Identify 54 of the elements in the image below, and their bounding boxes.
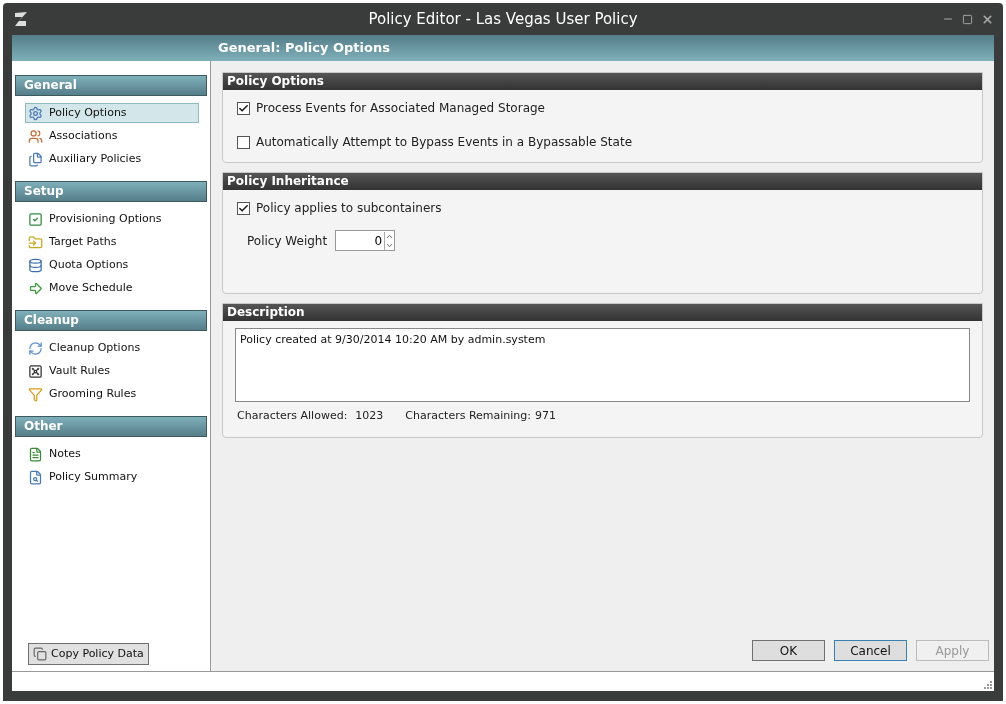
section-header: Cleanup — [15, 310, 207, 331]
documents-icon — [28, 151, 43, 167]
panel-title: Description — [223, 304, 982, 321]
weight-spinner[interactable]: 0 — [335, 230, 396, 251]
sidebar-item[interactable]: Notes — [25, 444, 199, 464]
people-icon — [28, 128, 43, 144]
checkbox[interactable] — [237, 101, 250, 115]
dialog-button[interactable]: Cancel — [834, 640, 907, 661]
section-header: Other — [15, 416, 207, 437]
panel-title: Policy Inheritance — [223, 173, 982, 190]
sidebar-item[interactable]: Move Schedule — [25, 278, 199, 298]
resize-grip-icon[interactable] — [984, 681, 992, 689]
filter-icon — [28, 386, 43, 402]
sidebar-item[interactable]: Provisioning Options — [25, 209, 199, 229]
characters-allowed-label: Characters Allowed: — [237, 408, 348, 424]
characters-remaining-label: Characters Remaining: — [405, 408, 531, 424]
sidebar-item[interactable]: Associations — [25, 126, 199, 146]
section-header: General — [15, 75, 207, 96]
window-title: Policy Editor - Las Vegas User Policy — [368, 8, 638, 30]
checkbox[interactable] — [237, 201, 250, 215]
arrow-icon — [28, 280, 43, 296]
header-title: General: Policy Options — [218, 39, 390, 58]
panel-title: Policy Options — [223, 73, 982, 90]
checkbox-label: Automatically Attempt to Bypass Events in a Bypassable State — [256, 134, 633, 151]
checkbox[interactable] — [237, 135, 250, 149]
document-icon — [28, 446, 43, 462]
sidebar-item[interactable]: Target Paths — [25, 232, 199, 252]
checkbox-label: Process Events for Associated Managed Storage — [256, 100, 545, 117]
maximize-icon[interactable] — [962, 13, 973, 25]
folder-icon — [28, 234, 43, 250]
copy-icon — [33, 647, 47, 661]
sidebar-item[interactable]: Policy Options — [25, 103, 199, 123]
sidebar-item[interactable]: Quota Options — [25, 255, 199, 275]
characters-remaining-value: 971 — [535, 408, 556, 424]
storage-icon — [28, 257, 43, 273]
sidebar-item[interactable]: Grooming Rules — [25, 384, 199, 404]
section-header: Setup — [15, 181, 207, 202]
dialog-button[interactable]: OK — [752, 640, 825, 661]
sidebar-item[interactable]: Vault Rules — [25, 361, 199, 381]
field-label: Policy Weight — [247, 232, 328, 250]
sidebar-item[interactable]: Cleanup Options — [25, 338, 199, 358]
description-field[interactable]: Policy created at 9/30/2014 10:20 AM by admin.system — [235, 328, 970, 402]
vault-icon — [28, 363, 43, 379]
search-document-icon — [28, 469, 43, 485]
copy-policy-data-button[interactable]: Copy Policy Data — [28, 643, 149, 665]
refresh-icon — [28, 340, 43, 356]
characters-allowed-value: 1023 — [355, 408, 385, 424]
sidebar-item[interactable]: Auxiliary Policies — [25, 149, 199, 169]
checkbox-icon — [28, 211, 43, 227]
gear-icon — [28, 105, 43, 121]
close-icon[interactable] — [981, 12, 994, 26]
sidebar-item[interactable]: Policy Summary — [25, 467, 199, 487]
app-logo-icon — [14, 11, 28, 27]
checkbox-label: Policy applies to subcontainers — [256, 200, 442, 217]
